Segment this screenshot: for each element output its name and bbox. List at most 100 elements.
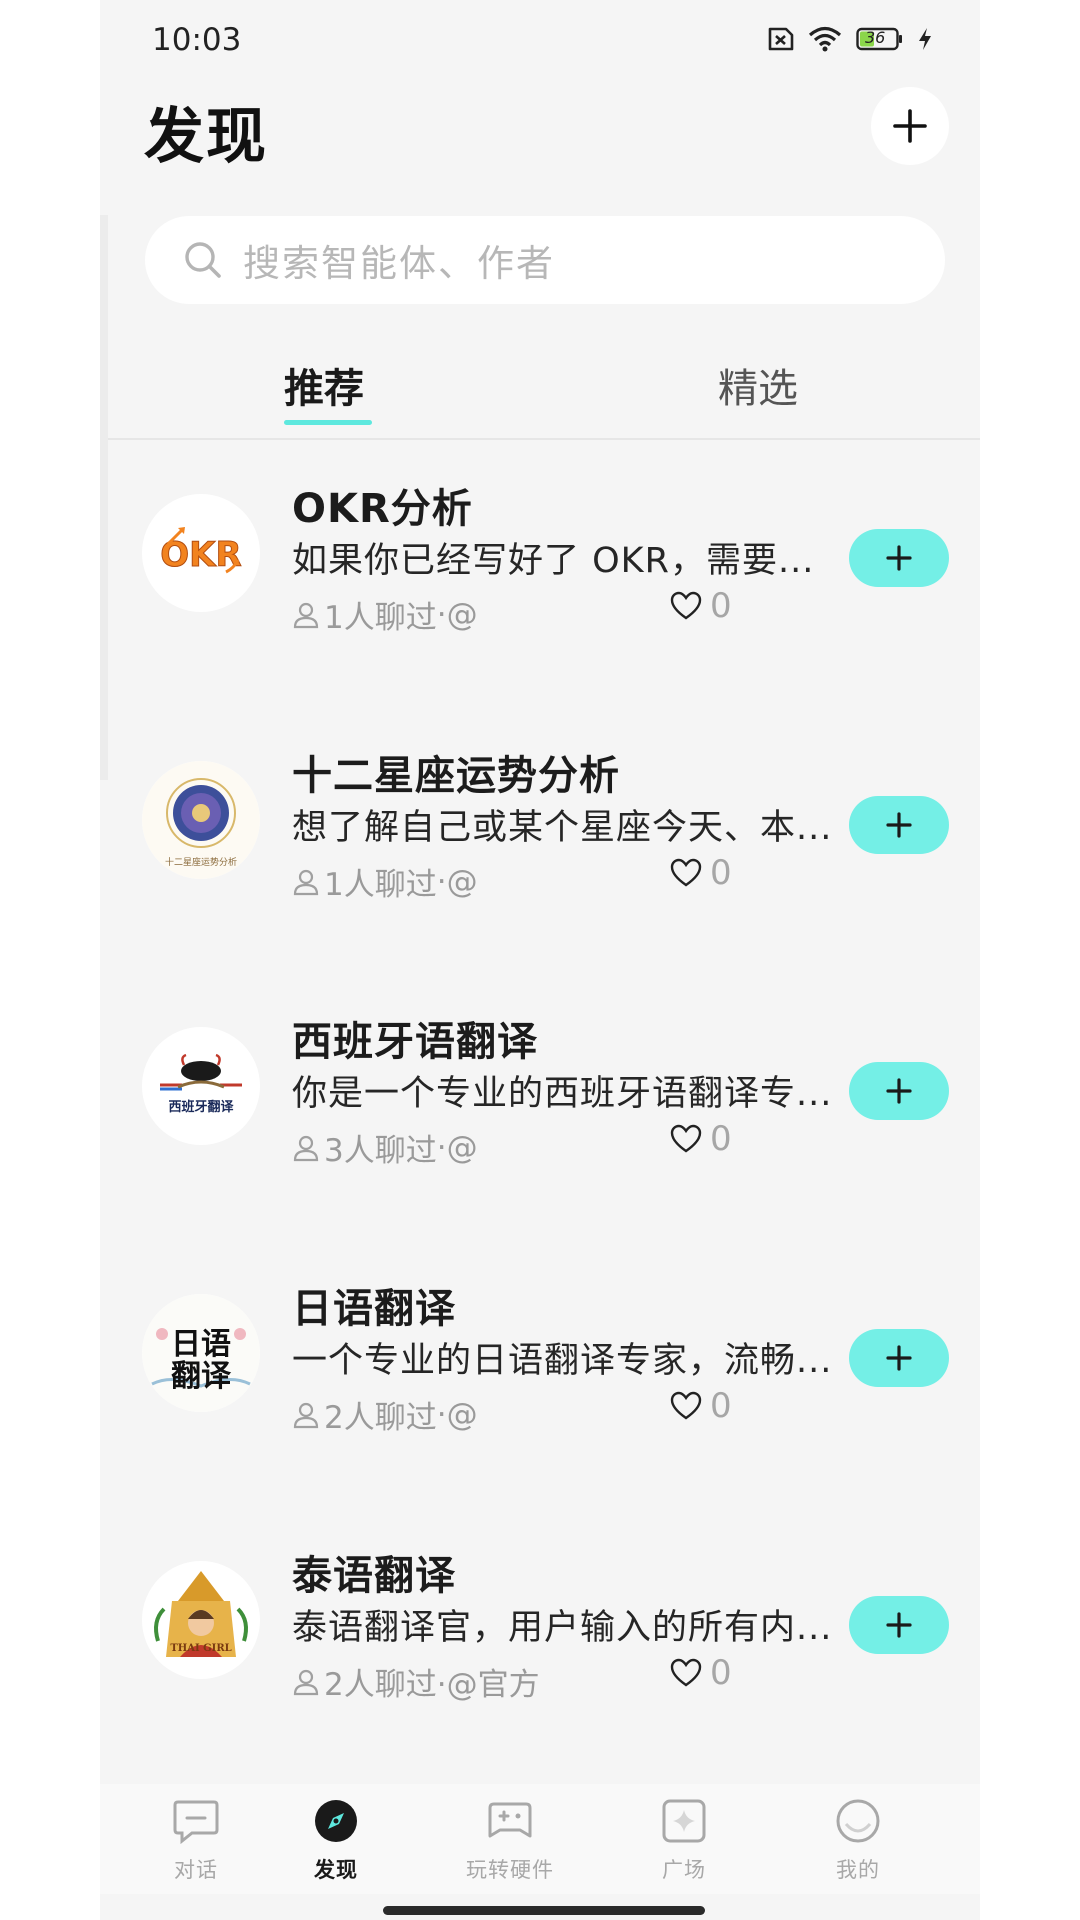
agent-item[interactable]: 十二星座运势分析 十二星座运势分析 想了解自己或某个星座今天、本... 1人聊过… [100, 743, 980, 923]
search-icon [185, 242, 221, 278]
agent-description: 如果你已经写好了 OKR，需要... [292, 541, 815, 581]
like-control[interactable]: 0 [670, 853, 732, 893]
heart-icon [670, 858, 702, 887]
author-handle: ·@ [436, 863, 478, 900]
person-icon [293, 1669, 319, 1695]
agent-description: 一个专业的日语翻译专家，流畅... [292, 1341, 833, 1381]
nav-label-discover: 发现 [314, 1858, 358, 1882]
japanese-logo-text-2: 翻译 [171, 1359, 232, 1394]
agent-meta: 2人聊过 ·@ [292, 1392, 478, 1437]
add-agent-button[interactable] [849, 529, 949, 587]
nav-item-hardware[interactable]: 玩转硬件 [440, 1798, 580, 1884]
person-icon [293, 602, 319, 628]
add-agent-button[interactable] [849, 1062, 949, 1120]
author-handle: ·@ [436, 596, 478, 633]
agent-description: 你是一个专业的西班牙语翻译专... [292, 1074, 833, 1114]
home-indicator[interactable] [383, 1906, 705, 1915]
compass-icon [315, 1800, 357, 1842]
add-agent-button[interactable] [849, 796, 949, 854]
plus-icon [886, 1612, 912, 1638]
plus-icon [886, 812, 912, 838]
nav-item-chat[interactable]: 对话 [126, 1798, 266, 1884]
nav-item-plaza[interactable]: 广场 [614, 1798, 754, 1884]
agent-meta: 3人聊过 ·@ [292, 1125, 478, 1170]
chat-count: 1人聊过 [324, 867, 437, 903]
like-count: 0 [710, 853, 732, 893]
person-icon [293, 1135, 319, 1161]
like-control[interactable]: 0 [670, 586, 732, 626]
like-count: 0 [710, 586, 732, 626]
status-bar: 10:03 36 [100, 0, 980, 86]
japanese-logo-text: 日语 [171, 1327, 231, 1362]
agent-avatar: OKR [142, 494, 260, 612]
chat-icon [173, 1800, 219, 1844]
agent-title: OKR分析 [292, 486, 473, 532]
agent-item[interactable]: THAI GIRL 泰语翻译 泰语翻译官，用户输入的所有内... 2人聊过 ·@… [100, 1543, 980, 1723]
agent-title: 十二星座运势分析 [292, 753, 620, 799]
create-agent-button[interactable] [871, 87, 949, 165]
like-control[interactable]: 0 [670, 1119, 732, 1159]
agent-title: 泰语翻译 [292, 1553, 456, 1599]
thai-logo-text: THAI GIRL [170, 1643, 231, 1654]
profile-icon [836, 1799, 880, 1843]
heart-icon [670, 1658, 702, 1687]
nav-label-chat: 对话 [174, 1858, 218, 1882]
tab-recommend[interactable]: 推荐 [284, 356, 364, 414]
gamepad-icon [488, 1802, 532, 1838]
nav-label-plaza: 广场 [662, 1858, 706, 1882]
search-bar[interactable]: 搜索智能体、作者 [145, 216, 945, 304]
agent-item[interactable]: 西班牙翻译 西班牙语翻译 你是一个专业的西班牙语翻译专... 3人聊过 ·@ 0 [100, 1009, 980, 1189]
nav-item-profile[interactable]: 我的 [788, 1798, 928, 1884]
like-count: 0 [710, 1119, 732, 1159]
tabs-divider [108, 438, 980, 440]
like-control[interactable]: 0 [670, 1386, 732, 1426]
nav-item-discover[interactable]: 发现 [266, 1798, 406, 1884]
agent-meta: 1人聊过 ·@ [292, 859, 478, 904]
person-icon [293, 869, 319, 895]
plus-icon [886, 545, 912, 571]
charging-icon [919, 28, 931, 50]
nav-label-hardware: 玩转硬件 [466, 1858, 554, 1882]
agent-avatar: 西班牙翻译 [142, 1027, 260, 1145]
nav-label-profile: 我的 [836, 1858, 880, 1882]
heart-icon [670, 1124, 702, 1153]
agent-avatar: 日语 翻译 [142, 1294, 260, 1412]
sparkle-icon [662, 1799, 706, 1843]
bottom-navigation: 对话 发现 玩转硬件 广场 我的 [100, 1784, 980, 1894]
add-agent-button[interactable] [849, 1329, 949, 1387]
zodiac-logo-text: 十二星座运势分析 [165, 856, 237, 868]
chat-count: 1人聊过 [324, 600, 437, 636]
agent-title: 日语翻译 [292, 1286, 456, 1332]
heart-icon [670, 1391, 702, 1420]
chat-count: 2人聊过 [324, 1400, 437, 1436]
battery-level: 36 [865, 28, 886, 47]
spanish-logo-text: 西班牙翻译 [168, 1099, 234, 1115]
wifi-icon [808, 26, 842, 52]
agent-item[interactable]: 日语 翻译 日语翻译 一个专业的日语翻译专家，流畅... 2人聊过 ·@ 0 [100, 1276, 980, 1456]
battery-indicator: 36 [856, 27, 904, 51]
plus-icon [886, 1078, 912, 1104]
agent-meta: 2人聊过 ·@官方 [292, 1659, 540, 1704]
search-placeholder: 搜索智能体、作者 [243, 242, 555, 285]
tab-featured[interactable]: 精选 [718, 356, 798, 414]
agent-avatar: THAI GIRL [142, 1561, 260, 1679]
page-title: 发现 [144, 102, 268, 172]
agent-meta: 1人聊过 ·@ [292, 592, 478, 637]
agent-item[interactable]: OKR OKR分析 如果你已经写好了 OKR，需要... 1人聊过 ·@ 0 [100, 476, 980, 656]
heart-icon [670, 591, 702, 620]
author-handle: ·@官方 [436, 1667, 540, 1703]
like-count: 0 [710, 1653, 732, 1693]
agent-description: 泰语翻译官，用户输入的所有内... [292, 1608, 833, 1648]
like-count: 0 [710, 1386, 732, 1426]
author-handle: ·@ [436, 1129, 478, 1166]
person-icon [293, 1402, 319, 1428]
like-control[interactable]: 0 [670, 1653, 732, 1693]
status-icons: 36 [764, 26, 932, 52]
author-handle: ·@ [436, 1396, 478, 1433]
sim-off-icon [768, 27, 794, 51]
plus-icon [886, 1345, 912, 1371]
chat-count: 2人聊过 [324, 1667, 437, 1703]
add-agent-button[interactable] [849, 1596, 949, 1654]
agent-description: 想了解自己或某个星座今天、本... [292, 808, 833, 848]
plus-icon [893, 109, 927, 143]
